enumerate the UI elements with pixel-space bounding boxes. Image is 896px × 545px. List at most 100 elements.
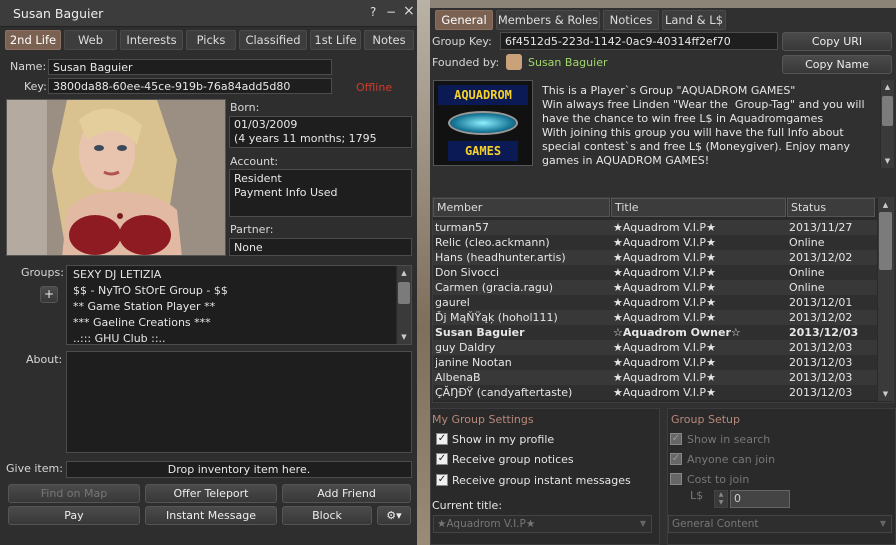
close-icon[interactable]: × (403, 3, 415, 19)
about-label: About: (26, 353, 63, 366)
account-type: Resident (234, 172, 282, 185)
member-row[interactable]: Carmen (gracia.ragu) ★Aquadrom V.I.P★ Onli… (433, 280, 878, 295)
offer-teleport-button[interactable]: Offer Teleport (145, 484, 277, 503)
scroll-down-icon[interactable]: ▼ (881, 156, 894, 166)
add-group-icon[interactable]: + (40, 286, 58, 303)
profile-titlebar[interactable]: Susan Baguier ? − × (0, 0, 417, 27)
member-member-cell: Hans (headhunter.artis) (435, 251, 566, 264)
member-title-cell: ★Aquadrom V.I.P★ (613, 251, 716, 264)
members-scrollbar[interactable]: ▲ ▼ (877, 198, 893, 401)
key-field[interactable]: 3800da88-60ee-45ce-919b-76a84add5d80 (48, 78, 332, 94)
scroll-up-icon[interactable]: ▲ (878, 200, 893, 210)
tab-picks[interactable]: Picks (186, 30, 236, 50)
member-status-cell: 2013/12/03 (789, 386, 853, 399)
add-friend-button[interactable]: Add Friend (282, 484, 411, 503)
receive-im-checkbox[interactable]: ✓ (436, 474, 448, 486)
chevron-down-icon: ▼ (879, 519, 886, 528)
find-on-map-button[interactable]: Find on Map (8, 484, 140, 503)
chevron-down-icon: ▼ (639, 519, 646, 528)
group-key-field[interactable]: 6f4512d5-223d-1142-0ac9-40314ff2ef70 (500, 32, 778, 50)
tab-web[interactable]: Web (64, 30, 117, 50)
member-status-cell: 2013/12/03 (789, 356, 853, 369)
scroll-thumb[interactable] (398, 282, 410, 304)
receive-notices-checkbox[interactable]: ✓ (436, 453, 448, 465)
column-member[interactable]: Member (433, 198, 610, 217)
show-in-search-label: Show in search (687, 433, 771, 446)
cost-spinner[interactable]: ▲ ▼ (714, 490, 728, 508)
scroll-up-icon[interactable]: ▲ (397, 268, 411, 278)
show-in-search-checkbox[interactable]: ✓ (670, 433, 682, 445)
member-row[interactable]: Ďj MąŇŸąķ (hohol111) ★Aquadrom V.I.P★ 2013… (433, 310, 878, 325)
current-title-dropdown[interactable]: ★Aquadrom V.I.P★ ▼ (433, 515, 652, 533)
member-row[interactable]: gaurel ★Aquadrom V.I.P★ 2013/12/01 (433, 295, 878, 310)
group-logo[interactable]: AQUADROM GAMES (433, 80, 533, 166)
cost-input[interactable]: 0 (730, 490, 790, 508)
copy-uri-button[interactable]: Copy URI (782, 32, 892, 51)
group-list-item[interactable]: ** Game Station Player ** (73, 299, 228, 315)
maturity-value: General Content (672, 518, 759, 530)
copy-name-button[interactable]: Copy Name (782, 55, 892, 74)
member-row[interactable]: guy Daldry ★Aquadrom V.I.P★ 2013/12/03 (433, 340, 878, 355)
member-row[interactable]: Relic (cleo.ackmann) ★Aquadrom V.I.P★ Onli… (433, 235, 878, 250)
give-item-dropzone[interactable]: Drop inventory item here. (66, 461, 412, 478)
group-description[interactable]: This is a Player`s Group "AQUADROM GAMES… (542, 84, 878, 170)
help-icon[interactable]: ? (370, 5, 376, 19)
block-button[interactable]: Block (282, 506, 372, 525)
scroll-down-icon[interactable]: ▼ (397, 332, 411, 342)
receive-im-label: Receive group instant messages (452, 474, 631, 487)
member-status-cell: Online (789, 281, 825, 294)
column-title[interactable]: Title (611, 198, 786, 217)
tab-notices[interactable]: Notices (603, 10, 659, 30)
instant-message-button[interactable]: Instant Message (145, 506, 277, 525)
profile-picture[interactable] (6, 99, 226, 256)
member-row[interactable]: ÇĂŊĐŸ (candyaftertaste) ★Aquadrom V.I.P★ 2… (433, 385, 878, 400)
name-field[interactable]: Susan Baguier (48, 59, 332, 75)
member-row[interactable]: janine Nootan ★Aquadrom V.I.P★ 2013/12/03 (433, 355, 878, 370)
description-scrollbar[interactable]: ▲ ▼ (880, 80, 894, 168)
anyone-can-join-checkbox[interactable]: ✓ (670, 453, 682, 465)
member-title-cell: ★Aquadrom V.I.P★ (613, 236, 716, 249)
tab-classified[interactable]: Classified (239, 30, 307, 50)
show-in-profile-checkbox[interactable]: ✓ (436, 433, 448, 445)
member-member-cell: turman57 (435, 221, 490, 234)
tab-notes[interactable]: Notes (364, 30, 414, 50)
tab-land[interactable]: Land & L$ (662, 10, 726, 30)
groups-scrollbar[interactable]: ▲ ▼ (396, 266, 411, 344)
tab-1st-life[interactable]: 1st Life (310, 30, 361, 50)
tab-general[interactable]: General (435, 10, 493, 30)
background-strip (417, 0, 430, 545)
groups-list[interactable]: SEXY DJ LETIZIA $$ - NyTrO StOrE Group - … (66, 265, 412, 345)
founder-name[interactable]: Susan Baguier (528, 56, 607, 69)
group-list-item[interactable]: ..::: GHU Club ::.. (73, 331, 228, 347)
member-rows: turman57 ★Aquadrom V.I.P★ 2013/11/27 Relic … (430, 220, 880, 400)
column-status[interactable]: Status (787, 198, 875, 217)
pay-button[interactable]: Pay (8, 506, 140, 525)
member-row[interactable]: Hans (headhunter.artis) ★Aquadrom V.I.P★ 2… (433, 250, 878, 265)
group-list-item[interactable]: SEXY DJ LETIZIA (73, 267, 228, 283)
member-row[interactable]: Don Sivocci ★Aquadrom V.I.P★ Online (433, 265, 878, 280)
scroll-thumb[interactable] (879, 212, 892, 270)
member-member-cell: Susan Baguier (435, 326, 525, 339)
scroll-up-icon[interactable]: ▲ (881, 82, 894, 92)
member-member-cell: Ďj MąŇŸąķ (hohol111) (435, 311, 558, 324)
cost-to-join-checkbox[interactable] (670, 473, 682, 485)
member-title-cell: ★Aquadrom V.I.P★ (613, 296, 716, 309)
tab-2nd-life[interactable]: 2nd Life (5, 30, 61, 50)
gear-icon[interactable]: ⚙▾ (377, 506, 411, 525)
about-field[interactable] (66, 351, 412, 453)
maturity-dropdown[interactable]: General Content ▼ (668, 515, 892, 533)
my-settings-title: My Group Settings (432, 413, 534, 426)
key-label: Key: (24, 80, 47, 93)
member-row[interactable]: Susan Baguier ☆Aquadrom Owner☆ 2013/12/03 (433, 325, 878, 340)
member-member-cell: janine Nootan (435, 356, 512, 369)
tab-interests[interactable]: Interests (120, 30, 183, 50)
member-row[interactable]: turman57 ★Aquadrom V.I.P★ 2013/11/27 (433, 220, 878, 235)
tab-members-roles[interactable]: Members & Roles (496, 10, 600, 30)
scroll-down-icon[interactable]: ▼ (878, 389, 893, 399)
group-list-item[interactable]: $$ - NyTrO StOrE Group - $$ (73, 283, 228, 299)
minimize-icon[interactable]: − (386, 5, 396, 19)
group-list-item[interactable]: *** Gaeline Creations *** (73, 315, 228, 331)
member-member-cell: AlbenaB (435, 371, 481, 384)
scroll-thumb[interactable] (882, 96, 893, 126)
member-row[interactable]: AlbenaB ★Aquadrom V.I.P★ 2013/12/03 (433, 370, 878, 385)
